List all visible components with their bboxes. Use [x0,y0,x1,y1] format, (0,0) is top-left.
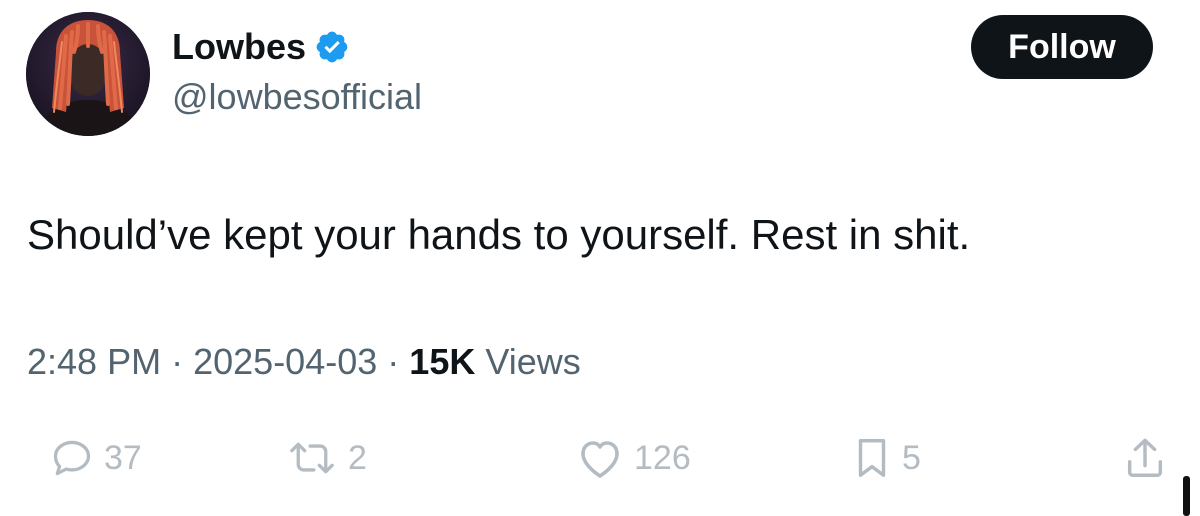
bookmark-icon [858,439,886,477]
meta-separator: · [171,341,184,382]
bookmark-button[interactable]: 5 [852,426,921,490]
verified-badge-icon [316,31,348,63]
tweet-meta: 2:48 PM · 2025-04-03 · 15K Views [27,338,581,386]
like-button[interactable]: 126 [576,426,691,490]
tweet-time[interactable]: 2:48 PM [27,341,161,382]
scroll-indicator[interactable] [1183,476,1190,516]
views-count: 15K [409,341,476,382]
meta-separator: · [387,341,400,382]
repost-count: 2 [348,438,367,477]
reply-icon [53,440,91,476]
reply-count: 37 [104,438,142,477]
tweet-date[interactable]: 2025-04-03 [193,341,377,382]
share-icon [1127,438,1163,477]
profile-photo [26,12,150,136]
views-label: Views [485,341,581,382]
action-bar: 37 2 126 5 [0,426,1200,490]
display-name[interactable]: Lowbes [172,24,306,70]
user-handle[interactable]: @lowbesofficial [172,74,422,120]
share-button[interactable] [1122,426,1168,490]
follow-button[interactable]: Follow [971,15,1153,79]
tweet-text: Should’ve kept your hands to yourself. R… [27,211,971,258]
repost-icon [290,442,334,474]
like-count: 126 [634,438,691,477]
bookmark-count: 5 [902,438,921,477]
reply-button[interactable]: 37 [50,426,142,490]
repost-button[interactable]: 2 [286,426,367,490]
author-name-row[interactable]: Lowbes [172,24,350,70]
like-icon [581,441,619,478]
avatar[interactable] [26,12,150,136]
